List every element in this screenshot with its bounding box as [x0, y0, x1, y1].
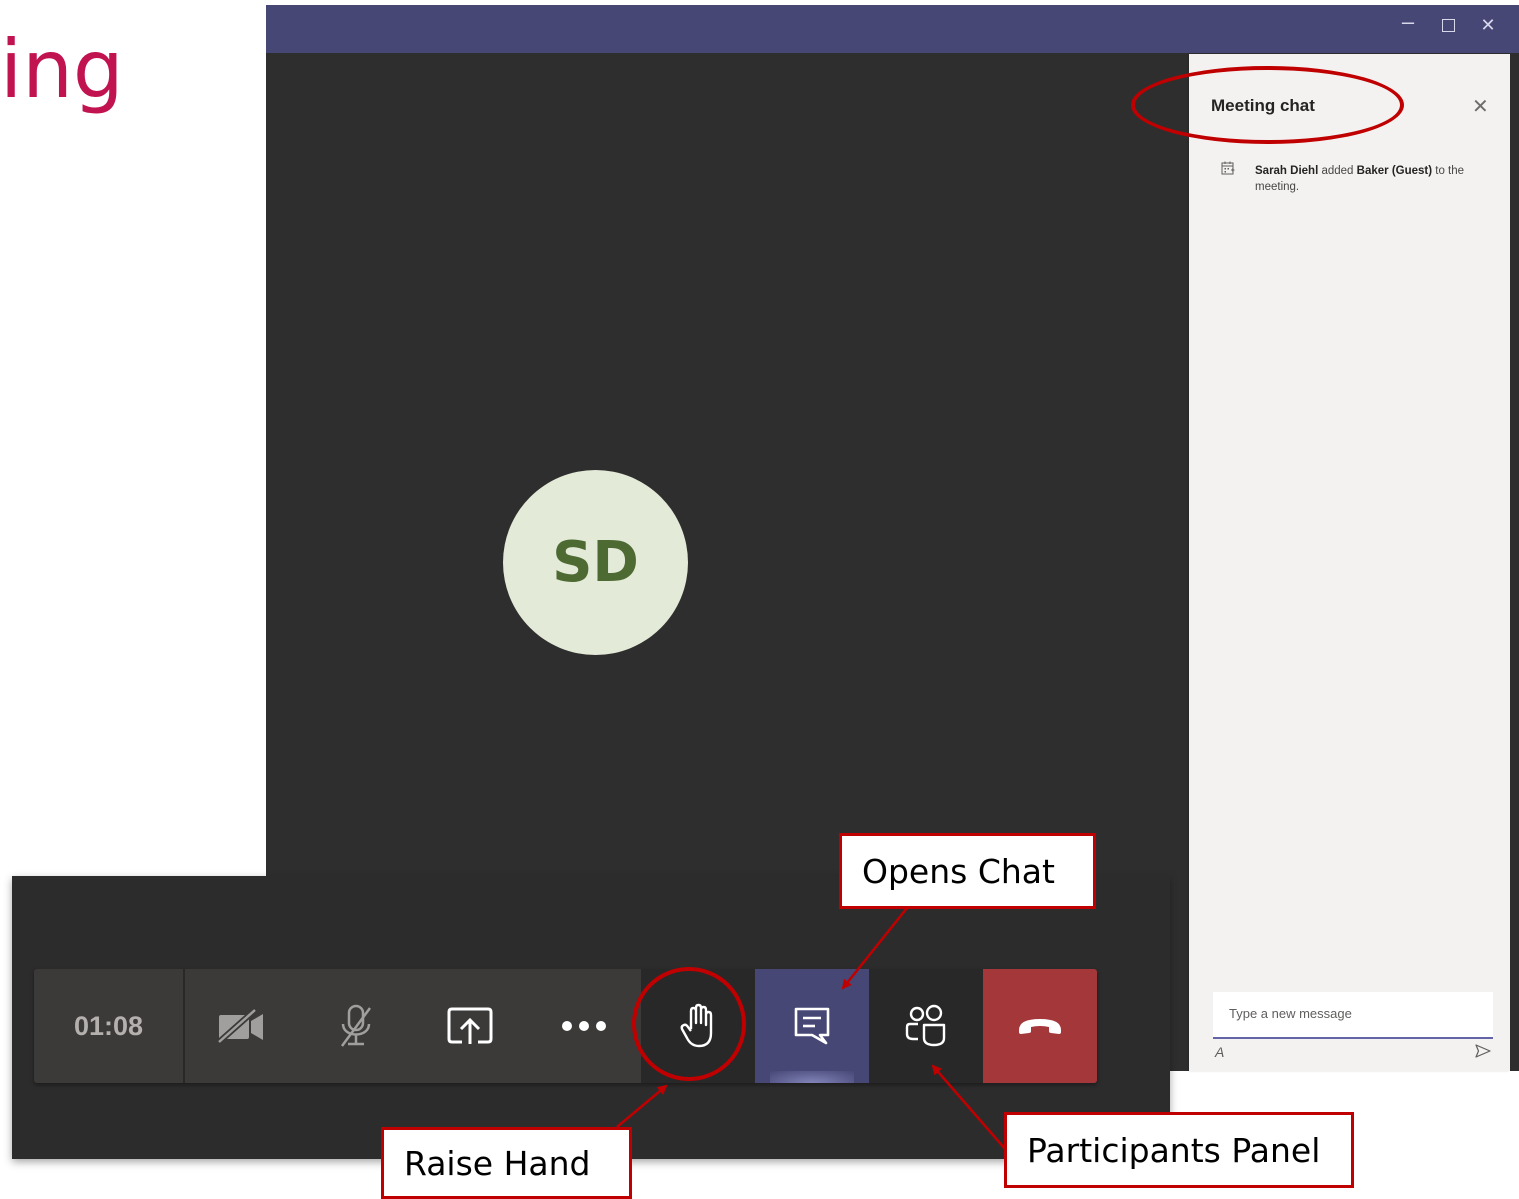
raise-hand-callout: Raise Hand: [381, 1127, 632, 1199]
chat-title: Meeting chat: [1211, 96, 1315, 115]
microphone-toggle-button[interactable]: [299, 969, 413, 1083]
send-icon[interactable]: [1475, 1044, 1491, 1058]
minimize-button[interactable]: –: [1394, 9, 1422, 35]
call-timer: 01:08: [34, 969, 185, 1083]
format-icon[interactable]: A: [1215, 1044, 1224, 1060]
mic-off-icon: [340, 1004, 372, 1047]
calendar-icon: [1221, 161, 1235, 175]
title-bar: – ✕: [266, 5, 1519, 53]
share-screen-button[interactable]: [413, 969, 527, 1083]
compose-box: [1213, 992, 1493, 1039]
participants-icon: [905, 1004, 946, 1047]
opens-chat-callout: Opens Chat: [839, 833, 1096, 909]
hang-up-icon: [1019, 1019, 1061, 1034]
chat-toggle-button[interactable]: [755, 969, 869, 1083]
share-screen-icon: [447, 1007, 493, 1044]
participants-toggle-button[interactable]: [869, 969, 983, 1083]
meeting-chat-panel: Meeting chat ✕ Sarah Diehl added Baker (…: [1189, 54, 1510, 1071]
camera-toggle-button[interactable]: [185, 969, 299, 1083]
participant-avatar: SD: [503, 470, 688, 655]
chat-system-message: Sarah Diehl added Baker (Guest) to the m…: [1255, 164, 1495, 195]
call-controls-toolbar: 01:08: [34, 969, 1097, 1083]
chat-icon: [794, 1007, 830, 1045]
hang-up-button[interactable]: [983, 969, 1097, 1083]
raise-hand-button[interactable]: [641, 969, 755, 1083]
more-options-button[interactable]: [527, 969, 641, 1083]
camera-off-icon: [217, 1008, 263, 1044]
maximize-icon: [1441, 19, 1455, 32]
raise-hand-icon: [680, 1003, 713, 1048]
maximize-button[interactable]: [1434, 15, 1462, 37]
slide-title: ing: [0, 23, 124, 116]
chat-close-button[interactable]: ✕: [1472, 94, 1489, 119]
close-window-button[interactable]: ✕: [1474, 15, 1502, 36]
event-actor: Sarah Diehl: [1255, 165, 1319, 177]
call-duration: 01:08: [73, 1010, 144, 1041]
message-input[interactable]: [1213, 992, 1493, 1035]
more-options-icon: [562, 1021, 606, 1031]
event-verb: added: [1318, 165, 1357, 177]
participants-panel-callout: Participants Panel: [1004, 1112, 1354, 1188]
event-guest: Baker (Guest): [1356, 165, 1433, 177]
